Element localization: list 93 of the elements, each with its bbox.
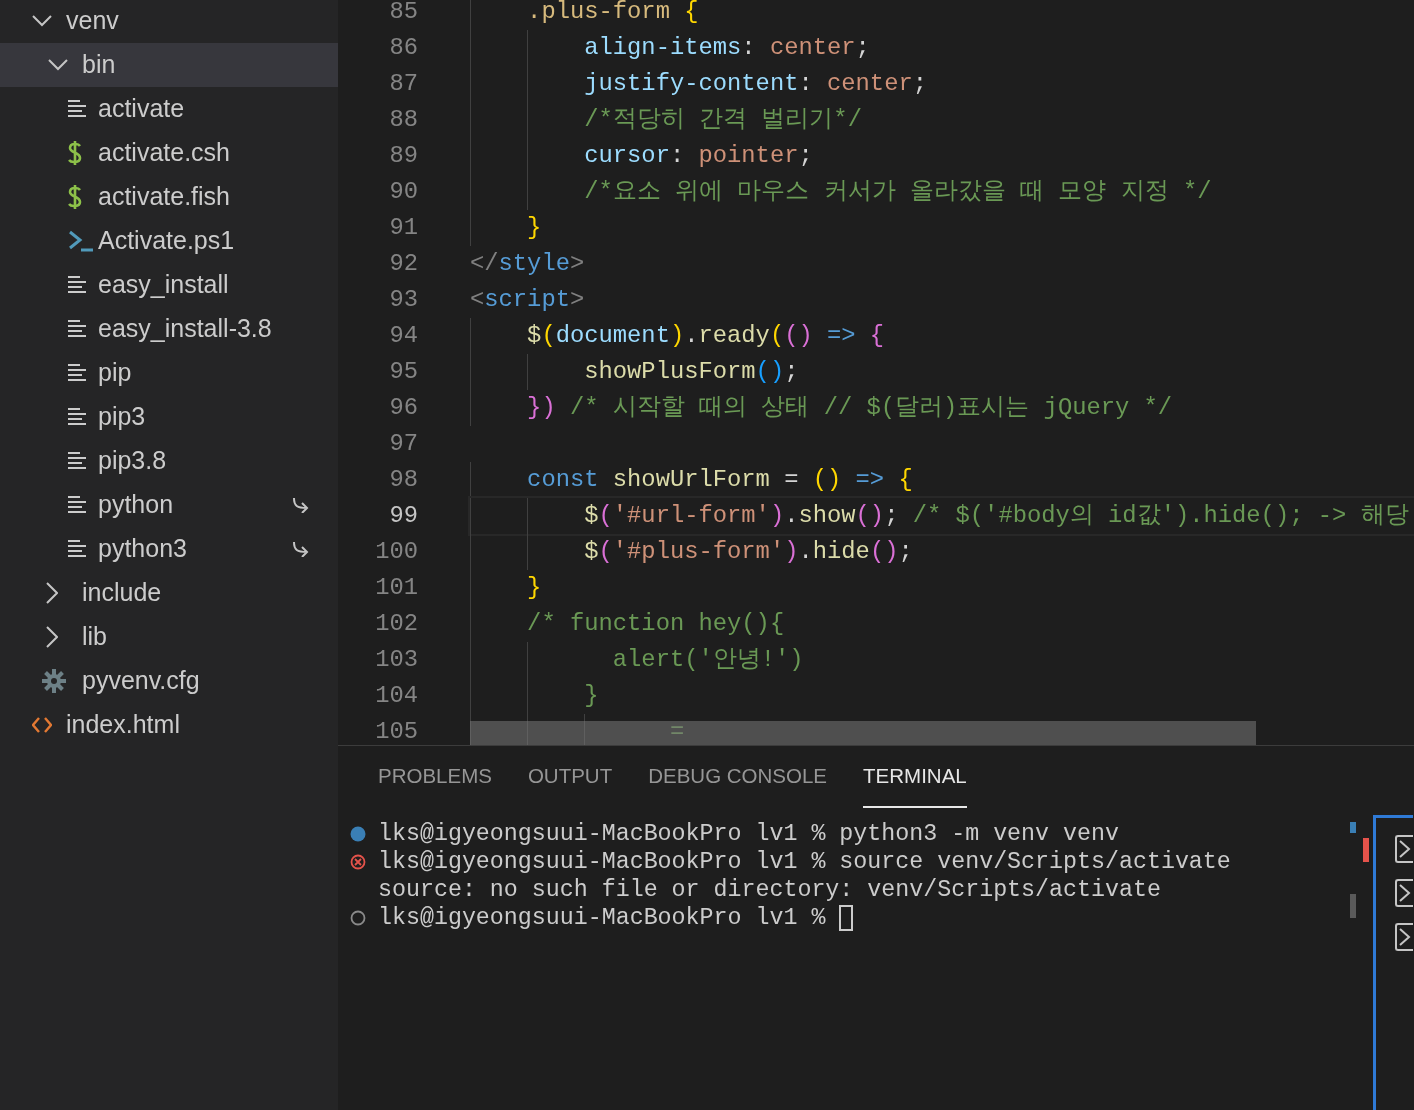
tree-item[interactable]: include (0, 571, 338, 615)
code-line: $('#plus-form').hide(); (583, 537, 913, 568)
line-number: 87 (388, 69, 418, 100)
code-line: } (526, 213, 542, 244)
terminal-icon[interactable] (1395, 835, 1413, 863)
code-line: <script> (470, 285, 585, 316)
lines-icon (68, 320, 86, 338)
code-line: /* function hey(){ (526, 609, 785, 640)
code-line: showPlusForm(); (583, 357, 799, 388)
lines-icon (68, 540, 86, 558)
dollar-icon (68, 184, 82, 210)
tree-item[interactable]: Activate.ps1 (0, 219, 338, 263)
tree-item[interactable]: activate.fish (0, 175, 338, 219)
error-circle-icon (350, 854, 366, 870)
panel-tab[interactable]: PROBLEMS (366, 746, 516, 808)
chevron-down-icon (32, 15, 52, 27)
code-line: const showUrlForm = () => { (526, 465, 913, 496)
terminal-icon[interactable] (1395, 879, 1413, 907)
code-line: align-items: center; (583, 33, 870, 64)
line-number: 98 (388, 465, 418, 496)
tree-item[interactable]: pip3.8 (0, 439, 338, 483)
chevron-right-icon (46, 626, 58, 648)
line-number: 91 (388, 213, 418, 244)
tree-item[interactable]: activate (0, 87, 338, 131)
line-number: 88 (388, 105, 418, 136)
line-number: 96 (388, 393, 418, 424)
code-line: } (526, 573, 542, 604)
lines-icon (68, 276, 86, 294)
tree-item[interactable]: python3 (0, 527, 338, 571)
line-number: 86 (388, 33, 418, 64)
tree-item[interactable]: activate.csh (0, 131, 338, 175)
line-number: 85 (388, 0, 418, 28)
line-number: 99 (388, 501, 418, 532)
terminal-icon[interactable] (1395, 923, 1413, 951)
line-number: 102 (374, 609, 418, 640)
error-marker (1363, 838, 1369, 862)
terminal-line: source: no such file or directory: venv/Scripts/activate (378, 875, 1161, 905)
code-line: cursor: pointer; (583, 141, 813, 172)
tree-item[interactable]: easy_install (0, 263, 338, 307)
tree-item[interactable]: pip3 (0, 395, 338, 439)
tree-item[interactable]: pyvenv.cfg (0, 659, 338, 703)
line-number: 101 (374, 573, 418, 604)
code-line: } (583, 681, 599, 712)
tree-item[interactable]: pip (0, 351, 338, 395)
gear-icon (42, 669, 66, 693)
code-line: /*적당히 간격 벌리기*/ (583, 105, 862, 136)
line-number: 89 (388, 141, 418, 172)
terminal-prompt-icon (68, 230, 94, 252)
tree-item[interactable]: lib (0, 615, 338, 659)
line-number: 100 (374, 537, 418, 568)
code-line: /*요소 위에 마우스 커서가 올라갔을 때 모양 지정 */ (583, 177, 1212, 208)
tree-item[interactable]: easy_install-3.8 (0, 307, 338, 351)
code-line: alert('안녕!') (611, 645, 804, 676)
terminal-line: lks@igyeongsuui-MacBookPro lv1 % source venv/Scripts/activate (378, 847, 1231, 877)
panel-tab[interactable]: DEBUG CONSOLE (636, 746, 852, 808)
code-brackets-icon (32, 717, 52, 733)
code-line: </style> (470, 249, 585, 280)
code-line: = (668, 717, 685, 745)
chevron-right-icon (46, 582, 58, 604)
info-marker (1350, 822, 1356, 833)
tree-item[interactable]: venv (0, 0, 338, 43)
line-number: 93 (388, 285, 418, 316)
line-number: 97 (388, 429, 418, 460)
terminal-scrollbar[interactable] (1350, 894, 1356, 918)
line-number: 103 (374, 645, 418, 676)
line-number: 94 (388, 321, 418, 352)
code-line: .plus-form { (526, 0, 699, 28)
tree-item[interactable]: index.html (0, 703, 338, 747)
panel-tab[interactable]: TERMINAL (863, 746, 967, 808)
success-dot-icon (350, 826, 366, 842)
terminal-line: lks@igyeongsuui-MacBookPro lv1 % (378, 903, 827, 933)
tree-item[interactable]: python (0, 483, 338, 527)
code-line: justify-content: center; (583, 69, 927, 100)
tree-item[interactable]: bin (0, 43, 338, 87)
lines-icon (68, 364, 86, 382)
line-number: 90 (388, 177, 418, 208)
chevron-down-icon (48, 59, 68, 71)
line-number: 105 (374, 717, 418, 745)
hollow-circle-icon (350, 910, 366, 926)
line-number: 92 (388, 249, 418, 280)
lines-icon (68, 496, 86, 514)
panel-tab[interactable]: OUTPUT (515, 746, 637, 808)
code-line: $('#url-form').show(); /* $('#body의 id값').hide(); -> 해당 (583, 501, 1409, 532)
dollar-icon (68, 140, 82, 166)
code-line: }) /* 시작할 때의 상태 // $(달러)표시는 jQuery */ (526, 393, 1173, 424)
lines-icon (68, 408, 86, 426)
horizontal-scrollbar[interactable] (470, 721, 1256, 745)
code-line: $(document).ready(() => { (526, 321, 885, 352)
line-number: 104 (374, 681, 418, 712)
line-number: 95 (388, 357, 418, 388)
lines-icon (68, 452, 86, 470)
lines-icon (68, 100, 86, 118)
terminal-line: lks@igyeongsuui-MacBookPro lv1 % python3 -m venv venv (378, 819, 1119, 849)
